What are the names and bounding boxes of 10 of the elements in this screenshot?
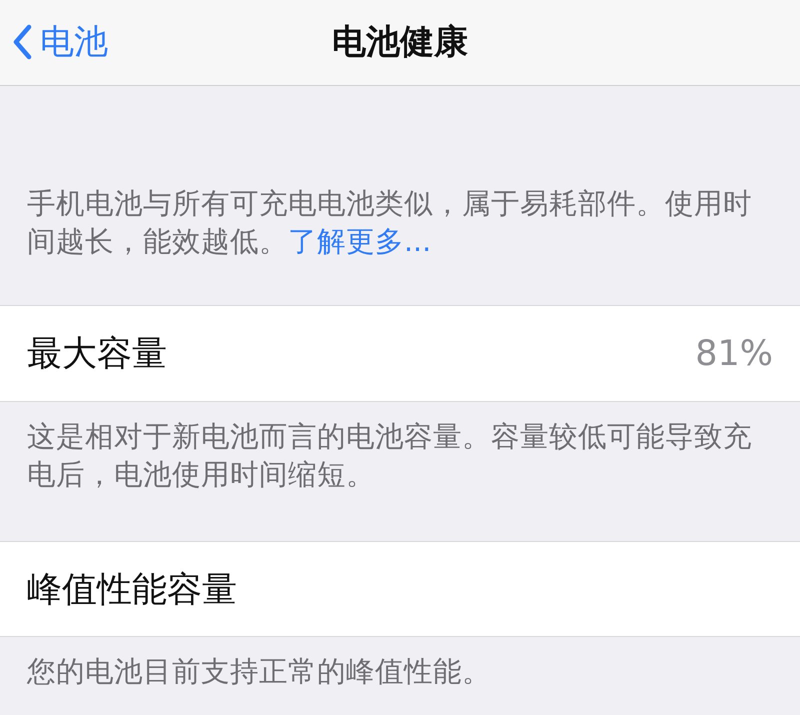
screen-title: 电池健康 [332,22,468,62]
row-label: 最大容量 [27,333,167,376]
section-footer: 这是相对于新电池而言的电池容量。容量较低可能导致充电后，电池使用时间缩短。 [27,418,775,494]
row-value: 81% [695,334,773,374]
chevron-left-icon [12,24,32,60]
learn-more-link[interactable]: 了解更多... [288,224,432,258]
row-label: 峰值性能容量 [27,568,237,612]
back-button[interactable]: 电池 [12,19,108,66]
battery-description: 手机电池与所有可充电电池类似，属于易耗部件。使用时间越长，能效越低。了解更多... [27,186,753,260]
section-footer: 您的电池目前支持正常的峰值性能。 [27,653,775,692]
